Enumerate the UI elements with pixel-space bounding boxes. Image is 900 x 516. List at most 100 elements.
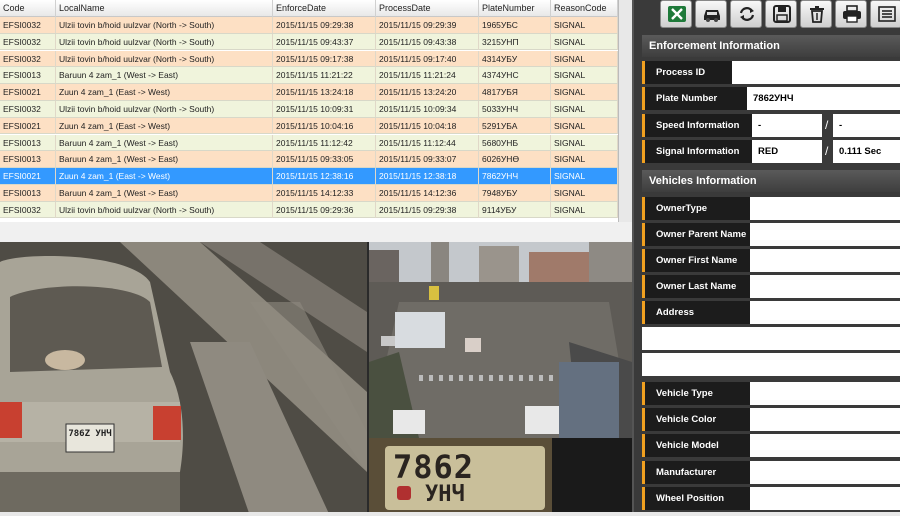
table-cell: 2015/11/15 11:21:22 [273, 67, 376, 84]
table-cell: 2015/11/15 10:09:34 [376, 101, 479, 117]
table-cell: SIGNAL [551, 134, 618, 151]
table-cell: 2015/11/15 14:12:33 [273, 185, 376, 201]
excel-export-button[interactable] [660, 0, 692, 28]
owner-type-field[interactable] [750, 197, 900, 220]
crop-plate-line1: 7862 [393, 448, 475, 486]
list-icon [878, 6, 896, 22]
table-row[interactable]: EFSI0013 Baruun 4 zam_1 (West -> East) 201… [0, 67, 618, 85]
table-cell: 2015/11/15 09:43:38 [376, 33, 479, 50]
print-button[interactable] [835, 0, 867, 28]
table-row[interactable]: EFSI0021 Zuun 4 zam_1 (East -> West) 2015/… [0, 117, 618, 135]
col-header-processdate[interactable]: ProcessDate [376, 0, 479, 17]
table-cell: 2015/11/15 09:29:38 [376, 201, 479, 218]
vehicle-color-field[interactable] [750, 408, 900, 431]
table-row[interactable]: EFSI0032 Ulzii tovin b/hoid uulzvar (Nort… [0, 17, 618, 34]
table-cell: 7862УНЧ [479, 168, 551, 185]
table-cell: SIGNAL [551, 201, 618, 218]
table-cell: 3215УНП [479, 33, 551, 50]
crop-plate-line2: УНЧ [425, 482, 465, 507]
table-cell: SIGNAL [551, 117, 618, 134]
owner-last-name-field[interactable] [750, 275, 900, 298]
owner-parent-name-field[interactable] [750, 223, 900, 246]
table-cell: 5680УНБ [479, 134, 551, 151]
process-id-label: Process ID [642, 61, 739, 84]
save-icon [773, 5, 791, 23]
car-icon [704, 10, 720, 22]
vehicle-button[interactable] [695, 0, 727, 28]
col-header-code[interactable]: Code [0, 0, 56, 17]
col-header-platenumber[interactable]: PlateNumber [479, 0, 551, 17]
table-cell: Zuun 4 zam_1 (East -> West) [56, 117, 273, 134]
table-row[interactable]: EFSI0032 Ulzii tovin b/hoid uulzvar (Nort… [0, 101, 618, 118]
vehicle-model-field[interactable] [750, 434, 900, 457]
violations-grid[interactable]: Code LocalName EnforceDate ProcessDate P… [0, 0, 618, 222]
table-row[interactable]: EFSI0032 Ulzii tovin b/hoid uulzvar (Nort… [0, 201, 618, 219]
table-cell: 2015/11/15 09:33:05 [273, 151, 376, 168]
table-cell: 5033УНЧ [479, 101, 551, 117]
vehicle-type-field[interactable] [750, 382, 900, 405]
wheel-position-field[interactable] [750, 487, 900, 510]
table-cell: SIGNAL [551, 17, 618, 33]
table-cell: 2015/11/15 13:24:20 [376, 84, 479, 101]
table-cell: 2015/11/15 09:17:40 [376, 50, 479, 67]
table-cell: 2015/11/15 09:17:38 [273, 50, 376, 67]
table-cell: Ulzii tovin b/hoid uulzvar (North -> Sou… [56, 101, 273, 117]
col-header-enforcedate[interactable]: EnforceDate [273, 0, 376, 17]
table-row[interactable]: EFSI0032 Ulzii tovin b/hoid uulzvar (Nort… [0, 50, 618, 68]
table-cell: Baruun 4 zam_1 (West -> East) [56, 67, 273, 84]
table-cell: 6026УНӨ [479, 151, 551, 168]
manufacturer-field[interactable] [750, 461, 900, 484]
address-label: Address [642, 301, 754, 324]
speed-info-label: Speed Information [642, 114, 752, 137]
table-row[interactable]: EFSI0021 Zuun 4 zam_1 (East -> West) 2015/… [0, 168, 618, 185]
table-cell: 2015/11/15 09:29:36 [273, 201, 376, 218]
image-placeholder [552, 438, 632, 516]
delete-button[interactable] [800, 0, 832, 28]
table-cell: EFSI0013 [0, 185, 56, 201]
table-cell: EFSI0032 [0, 17, 56, 33]
status-strip [0, 512, 900, 516]
signal-time-field[interactable]: 0.111 Sec [833, 140, 900, 163]
manufacturer-label: Manufacturer [642, 461, 754, 484]
list-button[interactable] [870, 0, 900, 28]
grid-scrollbar[interactable] [618, 0, 632, 222]
speed-separator: / [825, 118, 829, 132]
table-cell: 2015/11/15 09:33:07 [376, 151, 479, 168]
table-cell: 2015/11/15 11:12:42 [273, 134, 376, 151]
overview-camera-image [369, 242, 632, 438]
table-cell: Ulzii tovin b/hoid uulzvar (North -> Sou… [56, 50, 273, 67]
plate-number-field[interactable]: 7862УНЧ [747, 87, 900, 110]
process-id-field[interactable] [732, 61, 900, 84]
table-row[interactable]: EFSI0032 Ulzii tovin b/hoid uulzvar (Nort… [0, 33, 618, 51]
table-row[interactable]: EFSI0021 Zuun 4 zam_1 (East -> West) 2015/… [0, 84, 618, 101]
owner-first-name-field[interactable] [750, 249, 900, 272]
save-button[interactable] [765, 0, 797, 28]
refresh-button[interactable] [730, 0, 762, 28]
table-cell: SIGNAL [551, 33, 618, 50]
address-line-2-field[interactable] [642, 327, 900, 350]
table-cell: SIGNAL [551, 84, 618, 101]
table-cell: EFSI0032 [0, 101, 56, 117]
table-row[interactable]: EFSI0013 Baruun 4 zam_1 (West -> East) 201… [0, 134, 618, 152]
col-header-localname[interactable]: LocalName [56, 0, 273, 17]
speed-value-field[interactable]: - [752, 114, 822, 137]
table-row[interactable]: EFSI0013 Baruun 4 zam_1 (West -> East) 201… [0, 185, 618, 202]
wheel-position-label: Wheel Position [642, 487, 754, 510]
address-line-3-field[interactable] [642, 353, 900, 376]
table-cell: 2015/11/15 13:24:18 [273, 84, 376, 101]
table-row[interactable]: EFSI0013 Baruun 4 zam_1 (West -> East) 201… [0, 151, 618, 169]
speed-limit-field[interactable]: - [833, 114, 900, 137]
signal-state-field[interactable]: RED [752, 140, 822, 163]
table-cell: 2015/11/15 09:43:37 [273, 33, 376, 50]
refresh-icon [739, 7, 755, 21]
owner-last-name-label: Owner Last Name [642, 275, 754, 298]
emblem-icon [397, 486, 411, 500]
table-cell: EFSI0013 [0, 67, 56, 84]
address-field[interactable] [750, 301, 900, 324]
vehicles-section-title: Vehicles Information [642, 170, 900, 192]
table-cell: 2015/11/15 10:04:16 [273, 117, 376, 134]
table-cell: 4314УБУ [479, 50, 551, 67]
table-cell: SIGNAL [551, 185, 618, 201]
table-cell: 9114УБУ [479, 201, 551, 218]
col-header-reasoncode[interactable]: ReasonCode [551, 0, 618, 17]
